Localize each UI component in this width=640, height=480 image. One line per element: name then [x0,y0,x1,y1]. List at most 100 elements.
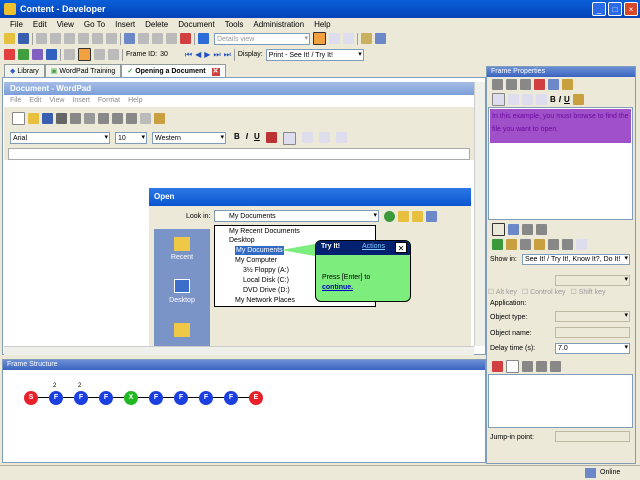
menu-help[interactable]: Help [314,18,330,31]
menu-tools[interactable]: Tools [225,18,244,31]
minimize-button[interactable]: _ [592,2,606,16]
properties-icon[interactable] [92,33,103,44]
fp-italic-icon[interactable]: I [559,95,561,104]
fp-box-icon[interactable] [506,360,519,373]
fp-tab-object-icon[interactable] [522,224,533,235]
delay-select[interactable]: 7.0 [555,343,630,354]
fp-lock-icon[interactable] [534,239,545,250]
fp-underline-icon[interactable]: U [564,95,570,104]
open-icon[interactable] [4,33,15,44]
frame-copy-icon[interactable] [94,49,105,60]
fp-delete-icon[interactable] [534,79,545,90]
fp-pointer-icon[interactable] [550,361,561,372]
menu-delete[interactable]: Delete [145,18,168,31]
frame-node[interactable]: F [99,391,113,405]
link-icon[interactable] [106,33,117,44]
fp-justify-icon[interactable] [536,94,547,105]
record-icon[interactable] [152,33,163,44]
menu-insert[interactable]: Insert [115,18,135,31]
layout-icon[interactable] [313,32,326,45]
fp-textformat-icon[interactable] [548,79,559,90]
fp-tab-text-icon[interactable] [536,224,547,235]
fp-sound-icon[interactable] [548,239,559,250]
prev-frame-icon[interactable]: ◀ [195,50,201,59]
fp-mouse-icon[interactable] [492,361,503,372]
fp-bubble-text[interactable]: In this example, you must browse to find… [490,109,631,143]
fp-note-icon[interactable] [506,239,517,250]
callout-close-button[interactable]: ✕ [395,242,407,253]
tab-opening-document[interactable]: ✓ Opening a Document ✕ [121,64,226,78]
menu-administration[interactable]: Administration [253,18,304,31]
menu-file[interactable]: File [10,18,23,31]
fp-cut-icon[interactable] [492,79,503,90]
fp-bold-icon[interactable]: B [550,95,556,104]
menu-document[interactable]: Document [178,18,214,31]
fp-align-right-icon[interactable] [522,94,533,105]
fp-align-center-icon[interactable] [508,94,519,105]
branch-icon[interactable] [46,49,57,60]
add-frame-icon[interactable] [4,49,15,60]
preview-icon[interactable] [166,33,177,44]
maximize-button[interactable]: □ [608,2,622,16]
frame-node[interactable]: F [174,391,188,405]
tab-close-icon[interactable]: ✕ [211,67,220,76]
tab-library[interactable]: ◆ Library [4,64,45,78]
fp-file-icon[interactable] [520,239,531,250]
stop-icon[interactable] [180,33,191,44]
help-icon[interactable] [198,33,209,44]
frame-new-icon[interactable] [108,49,119,60]
delete-icon[interactable] [78,33,89,44]
last-frame-icon[interactable]: ⏭ [224,50,231,60]
select-frame-icon[interactable] [78,48,91,61]
undo-icon[interactable] [124,33,135,44]
add-action-icon[interactable] [18,49,29,60]
frame-node[interactable]: E [249,391,263,405]
frame-node[interactable]: F [224,391,238,405]
first-frame-icon[interactable]: ⏮ [185,50,192,60]
menu-edit[interactable]: Edit [33,18,47,31]
menu-goto[interactable]: Go To [84,18,105,31]
outline-icon[interactable] [375,33,386,44]
editor-vscroll[interactable] [474,82,485,346]
split-icon[interactable] [329,33,340,44]
tab-wordpad-training[interactable]: ▣ WordPad Training [44,64,122,78]
editor-hscroll[interactable] [4,346,474,355]
menu-view[interactable]: View [57,18,74,31]
copy-icon[interactable] [50,33,61,44]
fp-paste-icon[interactable] [520,79,531,90]
fp-align-left-icon[interactable] [492,93,505,106]
fp-check-icon[interactable] [492,239,503,250]
fp-print-icon[interactable] [522,361,533,372]
view-select[interactable]: Details view [214,32,310,45]
add-decision-icon[interactable] [32,49,43,60]
redo-icon[interactable] [138,33,149,44]
fp-bubble-icon[interactable] [576,239,587,250]
fp-tab-bubble-icon[interactable] [492,223,505,236]
fp-text-editor[interactable]: In this example, you must browse to find… [488,107,633,220]
frame-node[interactable]: S [24,391,38,405]
jump-frame-icon[interactable]: ⏭ [213,50,220,60]
frame-node[interactable]: F [74,391,88,405]
frame-node[interactable]: F [149,391,163,405]
fp-copy-icon[interactable] [506,79,517,90]
show-in-select[interactable]: See It! / Try It!, Know It?, Do It! [522,254,630,265]
publish-icon[interactable] [361,33,372,44]
columns-icon[interactable] [343,33,354,44]
cut-icon[interactable] [36,33,47,44]
save-icon[interactable] [18,33,29,44]
paste-icon[interactable] [64,33,75,44]
callout-continue-link[interactable]: continue. [322,284,353,291]
frame-node[interactable]: X [124,391,138,405]
frame-node[interactable]: F [199,391,213,405]
frame-node[interactable]: F [49,391,63,405]
fp-tab-action-icon[interactable] [508,224,519,235]
fp-insert-icon[interactable] [562,79,573,90]
next-frame-icon[interactable]: ▶ [204,50,210,59]
fp-refresh-icon[interactable] [536,361,547,372]
fp-picture-icon[interactable] [562,239,573,250]
callout-actions-link[interactable]: Actions [362,243,385,250]
edit-frame-icon[interactable] [64,49,75,60]
close-button[interactable]: × [624,2,638,16]
fp-color-icon[interactable] [572,94,584,105]
display-select[interactable]: Print - See It! / Try It! [265,48,364,61]
